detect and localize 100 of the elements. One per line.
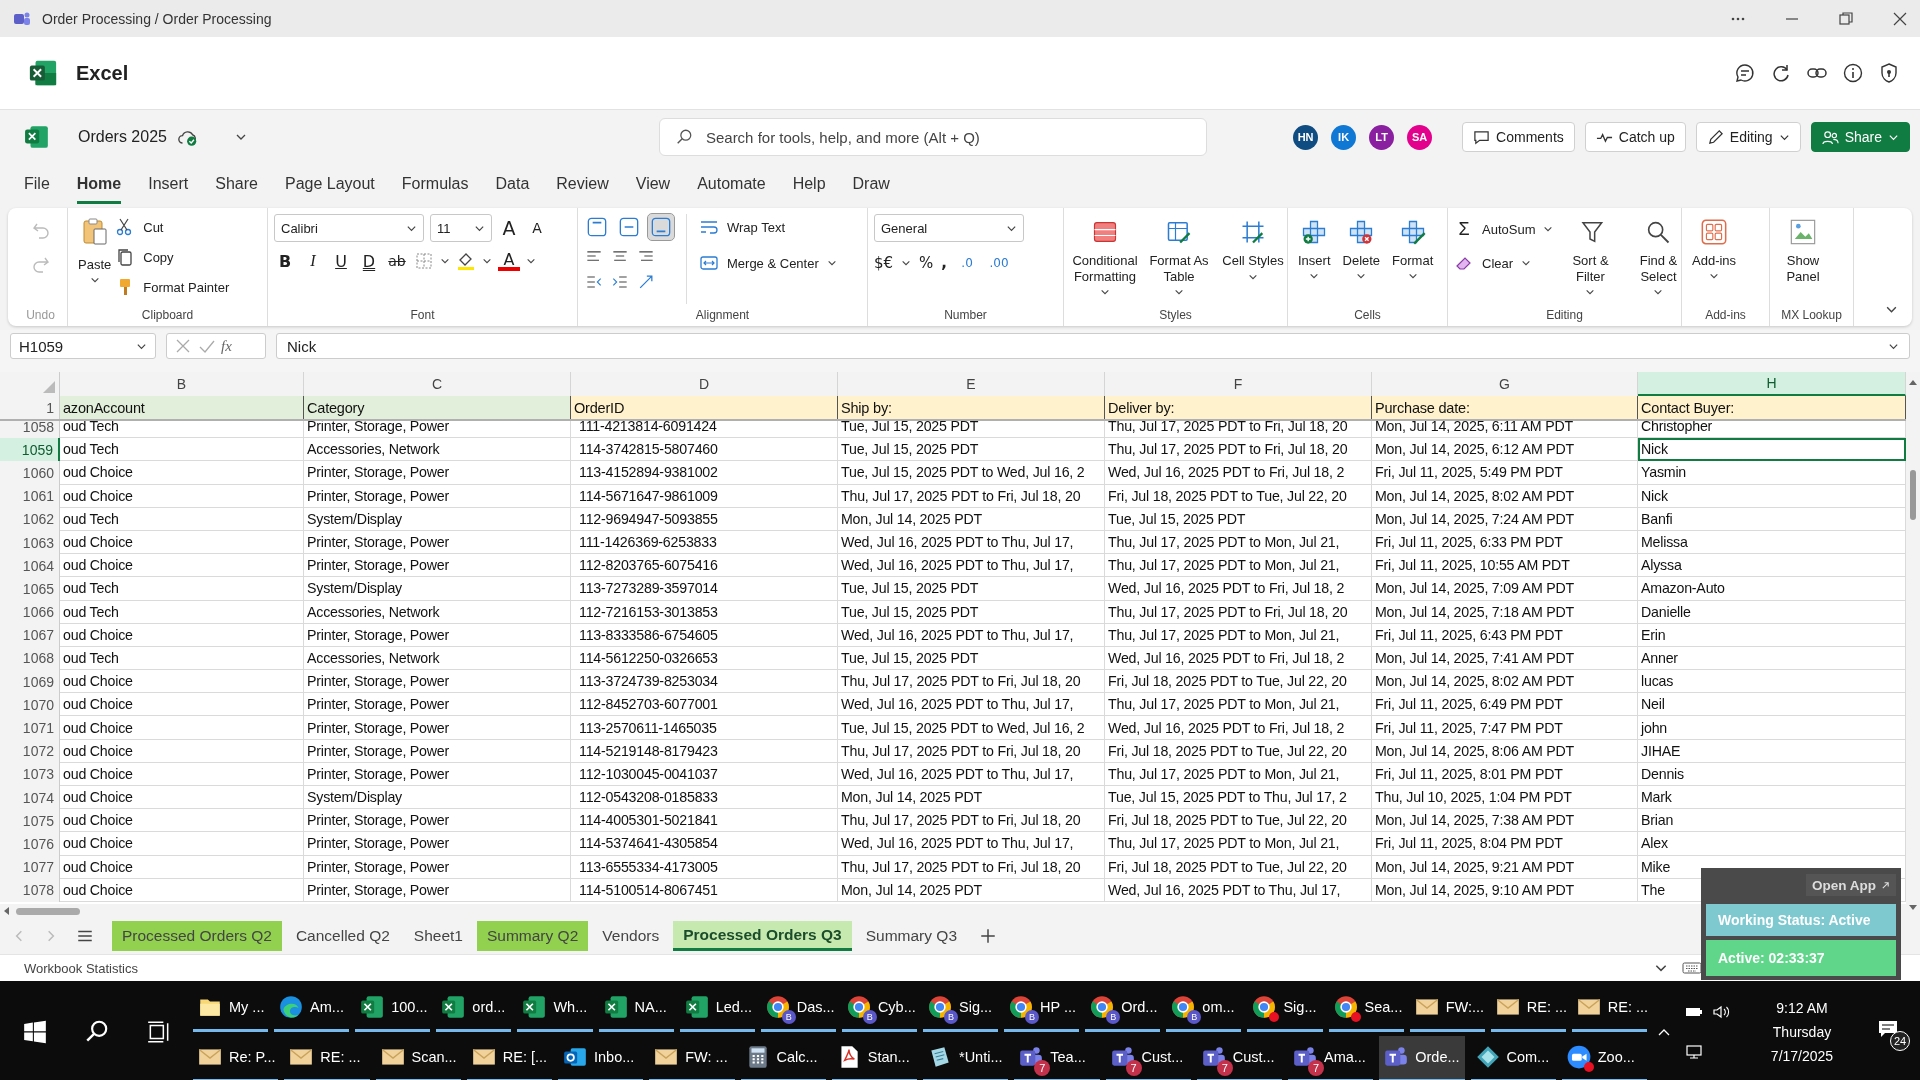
- font-color-button[interactable]: A: [498, 251, 520, 271]
- row-header[interactable]: 1059: [0, 438, 60, 462]
- decrease-decimal-button[interactable]: .00: [987, 252, 1012, 274]
- taskbar-button[interactable]: Stan...: [831, 1035, 917, 1080]
- taskbar-button[interactable]: FW: ...: [649, 1035, 735, 1080]
- caret-icon[interactable]: [901, 258, 912, 268]
- row-header[interactable]: 1069: [0, 670, 60, 694]
- taskbar-button[interactable]: RE: ...: [284, 1035, 370, 1080]
- taskbar-button[interactable]: 7 Cust...: [1105, 1035, 1191, 1080]
- volume-icon[interactable]: [1712, 1003, 1732, 1020]
- taskbar-button[interactable]: ord...: [436, 985, 512, 1032]
- taskbar-button[interactable]: 7 Ama...: [1288, 1035, 1374, 1080]
- scroll-up-icon[interactable]: [1908, 378, 1918, 388]
- row-header[interactable]: 1068: [0, 646, 60, 671]
- avatar[interactable]: HN: [1293, 124, 1319, 150]
- avatar[interactable]: SA: [1407, 124, 1433, 150]
- cells-button[interactable]: Delete: [1338, 216, 1385, 283]
- bold-button[interactable]: B: [274, 250, 296, 272]
- row-header[interactable]: 1071: [0, 716, 60, 740]
- row-header[interactable]: 1072: [0, 739, 60, 763]
- row-header[interactable]: 1066: [0, 600, 60, 624]
- row-header[interactable]: 1077: [0, 855, 60, 879]
- sheet-tab[interactable]: Processed Orders Q3: [673, 921, 852, 951]
- sheet-tab[interactable]: Cancelled Q2: [285, 921, 400, 951]
- column-header[interactable]: H: [1638, 372, 1906, 396]
- autosum-button[interactable]: Σ AutoSum: [1454, 216, 1554, 242]
- row-header[interactable]: 1074: [0, 786, 60, 810]
- row-header[interactable]: 1: [0, 396, 60, 419]
- refresh-icon[interactable]: [1770, 62, 1792, 84]
- taskbar-button[interactable]: Sea...: [1328, 985, 1404, 1032]
- styles-button[interactable]: Conditional Formatting: [1070, 216, 1140, 300]
- keyboard-icon[interactable]: [1682, 961, 1702, 975]
- font-size-dropdown[interactable]: 11: [430, 214, 492, 242]
- taskbar-button[interactable]: B Sig...: [923, 985, 999, 1032]
- status-text[interactable]: Workbook Statistics: [24, 960, 138, 976]
- avatar[interactable]: IK: [1331, 124, 1357, 150]
- taskbar-button[interactable]: Sig...: [1247, 985, 1323, 1032]
- taskbar-button[interactable]: RE: ...: [1571, 985, 1647, 1032]
- sheet-tab[interactable]: Summary Q3: [855, 921, 967, 951]
- menu-tab[interactable]: Insert: [148, 164, 189, 204]
- caret-icon[interactable]: [482, 256, 492, 266]
- header-button[interactable]: Catch up: [1584, 122, 1686, 152]
- grow-font-button[interactable]: A: [498, 217, 520, 239]
- taskbar-button[interactable]: Re: P...: [193, 1035, 279, 1080]
- taskbar-button[interactable]: Led...: [679, 985, 755, 1032]
- row-header[interactable]: 1078: [0, 878, 60, 902]
- clock[interactable]: 9:12 AM Thursday 7/17/2025: [1752, 999, 1852, 1064]
- find-select-button[interactable]: Find & Select: [1627, 216, 1690, 300]
- cut-button[interactable]: Cut: [115, 214, 230, 240]
- strike-button[interactable]: ab: [386, 250, 408, 272]
- sheet-tab[interactable]: Processed Orders Q2: [112, 921, 282, 951]
- copy-button[interactable]: Copy: [115, 244, 230, 270]
- taskbar-button[interactable]: Zoo...: [1561, 1035, 1647, 1080]
- shrink-font-button[interactable]: A: [526, 217, 548, 239]
- increase-decimal-button[interactable]: .0: [955, 252, 980, 274]
- row-header[interactable]: 1064: [0, 554, 60, 578]
- taskbar-button[interactable]: B om...: [1166, 985, 1242, 1032]
- row-header[interactable]: 1073: [0, 762, 60, 786]
- taskbar-button[interactable]: B Das...: [760, 985, 836, 1032]
- number-format-dropdown[interactable]: General: [874, 214, 1024, 242]
- menu-tab[interactable]: Formulas: [401, 164, 469, 204]
- row-header[interactable]: 1075: [0, 809, 60, 833]
- taskbar-button[interactable]: 100...: [355, 985, 431, 1032]
- caret-icon[interactable]: [440, 256, 450, 266]
- merge-center-button[interactable]: Merge & Center: [699, 250, 837, 276]
- header-button[interactable]: Editing: [1695, 122, 1801, 152]
- shield-icon[interactable]: [1878, 62, 1900, 84]
- taskbar-button[interactable]: B Cyb...: [841, 985, 917, 1032]
- row-header[interactable]: 1063: [0, 530, 60, 555]
- taskbar-button[interactable]: B Ord...: [1085, 985, 1161, 1032]
- format-painter-button[interactable]: Format Painter: [115, 274, 230, 300]
- taskbar-button[interactable]: 7 Cust...: [1196, 1035, 1282, 1080]
- row-header[interactable]: 1076: [0, 832, 60, 856]
- header-button[interactable]: Share: [1810, 122, 1910, 152]
- taskbar-button[interactable]: 7 Tea...: [1014, 1035, 1100, 1080]
- windows-start-icon[interactable]: [22, 1018, 48, 1045]
- vertical-align-icon[interactable]: [648, 214, 674, 240]
- document-name[interactable]: Orders 2025: [78, 128, 167, 146]
- row-header[interactable]: 1070: [0, 693, 60, 717]
- name-box[interactable]: H1059: [10, 333, 156, 359]
- sheet-tab[interactable]: Sheet1: [403, 921, 473, 951]
- sort-filter-button[interactable]: Sort & Filter: [1559, 216, 1622, 300]
- menu-tab[interactable]: Share: [215, 164, 258, 204]
- taskbar-button[interactable]: RE: [...: [466, 1035, 552, 1080]
- cells-button[interactable]: Insert: [1294, 216, 1335, 283]
- styles-button[interactable]: Format As Table: [1144, 216, 1214, 300]
- taskbar-button[interactable]: Am...: [274, 985, 350, 1032]
- currency-button[interactable]: $€: [874, 252, 894, 274]
- taskbar-button[interactable]: NA...: [598, 985, 674, 1032]
- caret-icon[interactable]: [526, 256, 536, 266]
- open-app-button[interactable]: Open App: [1806, 874, 1896, 896]
- menu-tab[interactable]: View: [635, 164, 671, 204]
- percent-button[interactable]: %: [919, 252, 934, 274]
- paste-button[interactable]: Paste: [74, 214, 116, 287]
- sheet-tab[interactable]: Summary Q2: [476, 921, 589, 951]
- taskbar-button[interactable]: Inbo...: [558, 1035, 644, 1080]
- fill-color-icon[interactable]: [456, 251, 476, 271]
- underline-button[interactable]: U: [330, 250, 352, 272]
- double-underline-button[interactable]: D: [358, 250, 380, 272]
- row-header[interactable]: 1058: [0, 421, 60, 439]
